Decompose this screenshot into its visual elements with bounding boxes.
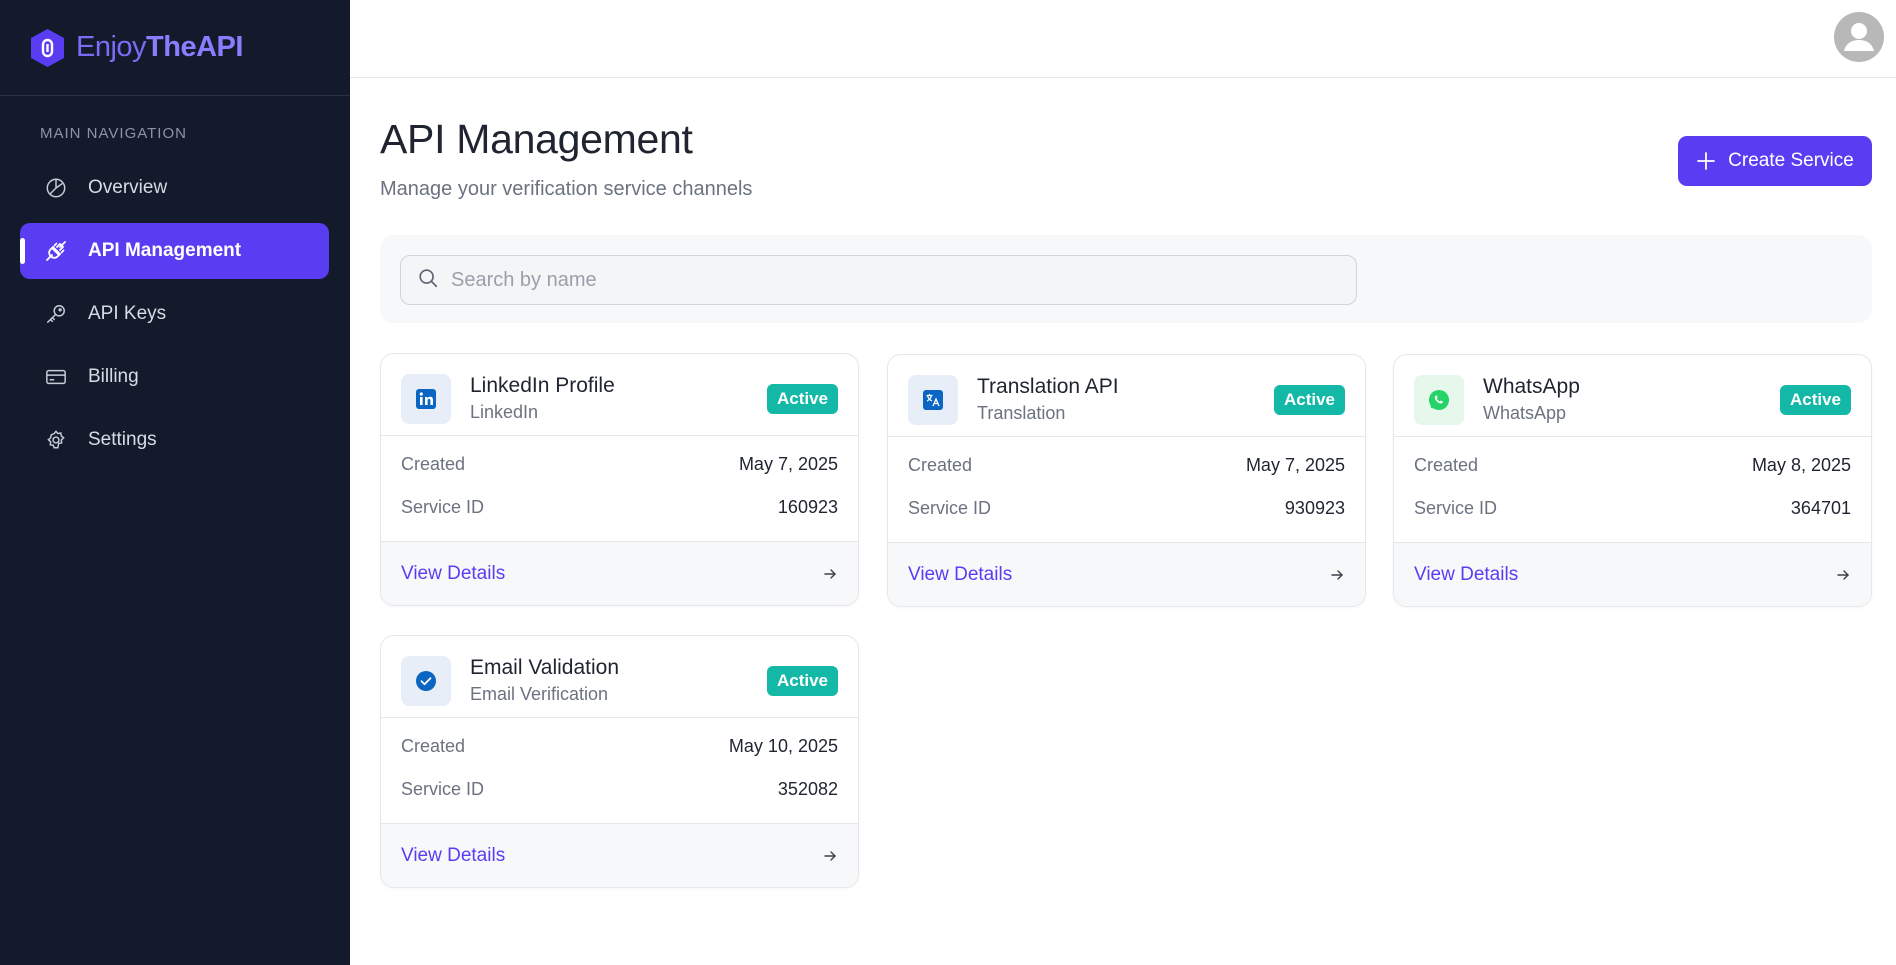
create-service-label: Create Service xyxy=(1728,150,1854,171)
card-header: Email Validation Email Verification Acti… xyxy=(381,636,858,718)
card-subtitle: WhatsApp xyxy=(1483,403,1567,423)
sidebar-item-label: Settings xyxy=(88,429,157,450)
page-subtitle: Manage your verification service channel… xyxy=(380,178,753,200)
created-value: May 10, 2025 xyxy=(728,736,838,756)
create-service-button[interactable]: Create Service xyxy=(1678,136,1872,186)
search-panel xyxy=(380,235,1872,323)
search-box[interactable] xyxy=(400,255,1357,305)
created-row: Created May 7, 2025 xyxy=(401,454,838,475)
sidebar-item-label: API Keys xyxy=(88,303,167,324)
service-id-row: Service ID 364701 xyxy=(1414,498,1851,519)
brand-name-part1: Enjoy xyxy=(76,31,147,63)
service-id-label: Service ID xyxy=(401,497,485,517)
main-nav: Overview API Management API Keys Billing… xyxy=(20,160,329,475)
view-details-label: View Details xyxy=(401,562,506,584)
card-subtitle: Translation xyxy=(977,403,1066,423)
service-card-translation: Translation API Translation Active Creat… xyxy=(887,354,1366,607)
sidebar-item-label: API Management xyxy=(88,240,242,261)
service-id-value: 352082 xyxy=(777,779,838,799)
service-id-value: 930923 xyxy=(1284,498,1345,518)
sidebar-item-billing[interactable]: Billing xyxy=(20,349,329,405)
arrow-right-icon xyxy=(822,566,838,582)
card-subtitle: LinkedIn xyxy=(470,402,539,422)
linkedin-icon xyxy=(401,374,451,424)
card-header: Translation API Translation Active xyxy=(888,355,1365,437)
view-details-link[interactable]: View Details xyxy=(888,542,1365,606)
key-icon xyxy=(44,302,68,326)
service-id-label: Service ID xyxy=(1414,498,1498,518)
arrow-right-icon xyxy=(1835,567,1851,583)
service-id-value: 364701 xyxy=(1790,498,1851,518)
brand-name-part2: TheAPI xyxy=(146,31,243,63)
sidebar-item-api-management[interactable]: API Management xyxy=(20,223,329,279)
created-label: Created xyxy=(401,736,466,756)
whatsapp-icon xyxy=(1414,375,1464,425)
card-title: Email Validation xyxy=(470,656,620,679)
pie-chart-icon xyxy=(44,176,68,200)
service-id-row: Service ID 160923 xyxy=(401,497,838,518)
top-bar xyxy=(350,0,1896,78)
view-details-label: View Details xyxy=(908,563,1013,585)
plug-icon xyxy=(44,239,68,263)
created-row: Created May 8, 2025 xyxy=(1414,455,1851,476)
sidebar-item-label: Billing xyxy=(88,366,139,387)
plus-icon xyxy=(1696,151,1716,171)
created-row: Created May 10, 2025 xyxy=(401,736,838,757)
status-badge: Active xyxy=(766,384,838,414)
card-header: LinkedIn Profile LinkedIn Active xyxy=(381,354,858,436)
service-card-whatsapp: WhatsApp WhatsApp Active Created May 8, … xyxy=(1393,354,1872,607)
sidebar-item-api-keys[interactable]: API Keys xyxy=(20,286,329,342)
service-id-label: Service ID xyxy=(908,498,992,518)
created-value: May 7, 2025 xyxy=(1245,455,1345,475)
search-icon xyxy=(417,267,439,294)
created-row: Created May 7, 2025 xyxy=(908,455,1345,476)
view-details-link[interactable]: View Details xyxy=(381,541,858,605)
view-details-label: View Details xyxy=(401,844,506,866)
created-value: May 8, 2025 xyxy=(1751,455,1851,475)
service-id-label: Service ID xyxy=(401,779,485,799)
view-details-label: View Details xyxy=(1414,563,1519,585)
search-input[interactable] xyxy=(451,268,1331,292)
brand-name: EnjoyTheAPI xyxy=(76,31,243,64)
card-title: Translation API xyxy=(977,375,1119,398)
arrow-right-icon xyxy=(822,848,838,864)
credit-card-icon xyxy=(44,365,68,389)
view-details-link[interactable]: View Details xyxy=(381,823,858,887)
check-badge-icon xyxy=(401,656,451,706)
service-id-value: 160923 xyxy=(777,497,838,517)
created-label: Created xyxy=(908,455,973,475)
created-value: May 7, 2025 xyxy=(738,454,838,474)
service-id-row: Service ID 352082 xyxy=(401,779,838,800)
sidebar-item-overview[interactable]: Overview xyxy=(20,160,329,216)
sidebar-item-label: Overview xyxy=(88,177,168,198)
sidebar: EnjoyTheAPI MAIN NAVIGATION Overview API… xyxy=(0,0,350,965)
card-title: WhatsApp xyxy=(1483,375,1580,398)
service-card-email-validation: Email Validation Email Verification Acti… xyxy=(380,635,859,888)
status-badge: Active xyxy=(766,666,838,696)
page-title: API Management xyxy=(380,116,693,162)
view-details-link[interactable]: View Details xyxy=(1394,542,1871,606)
gear-icon xyxy=(44,428,68,452)
nav-heading: MAIN NAVIGATION xyxy=(40,125,187,142)
sidebar-item-settings[interactable]: Settings xyxy=(20,412,329,468)
status-badge: Active xyxy=(1779,385,1851,415)
service-id-row: Service ID 930923 xyxy=(908,498,1345,519)
translate-icon xyxy=(908,375,958,425)
created-label: Created xyxy=(401,454,466,474)
brand[interactable]: EnjoyTheAPI xyxy=(0,0,350,96)
created-label: Created xyxy=(1414,455,1479,475)
status-badge: Active xyxy=(1273,385,1345,415)
service-card-linkedin: LinkedIn Profile LinkedIn Active Created… xyxy=(380,353,859,606)
card-title: LinkedIn Profile xyxy=(470,374,615,397)
user-avatar-icon[interactable] xyxy=(1834,12,1884,62)
card-subtitle: Email Verification xyxy=(470,684,609,704)
card-header: WhatsApp WhatsApp Active xyxy=(1394,355,1871,437)
logo-icon xyxy=(29,28,66,68)
arrow-right-icon xyxy=(1329,567,1345,583)
